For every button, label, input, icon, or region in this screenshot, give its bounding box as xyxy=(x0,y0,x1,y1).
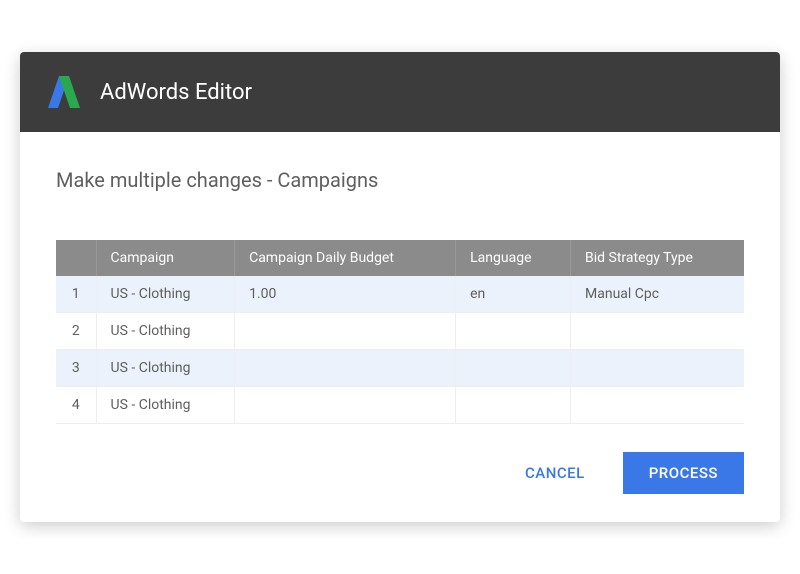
cell-campaign[interactable]: US - Clothing xyxy=(96,387,235,424)
table-header-row: Campaign Campaign Daily Budget Language … xyxy=(56,240,744,276)
dialog-actions: CANCEL PROCESS xyxy=(56,452,744,494)
cell-index: 1 xyxy=(56,276,96,313)
cell-budget[interactable] xyxy=(235,313,456,350)
dialog: AdWords Editor Make multiple changes - C… xyxy=(20,52,780,522)
cell-index: 3 xyxy=(56,350,96,387)
col-language: Language xyxy=(456,240,571,276)
cell-budget[interactable] xyxy=(235,350,456,387)
cell-budget[interactable] xyxy=(235,387,456,424)
col-campaign: Campaign xyxy=(96,240,235,276)
col-budget: Campaign Daily Budget xyxy=(235,240,456,276)
dialog-content: Make multiple changes - Campaigns Campai… xyxy=(20,132,780,522)
cell-language[interactable] xyxy=(456,313,571,350)
cancel-button[interactable]: CANCEL xyxy=(499,452,611,494)
cell-language[interactable] xyxy=(456,387,571,424)
header-bar: AdWords Editor xyxy=(20,52,780,132)
cell-language[interactable] xyxy=(456,350,571,387)
cell-campaign[interactable]: US - Clothing xyxy=(96,313,235,350)
cell-bid-strategy[interactable] xyxy=(571,350,744,387)
table-row[interactable]: 2 US - Clothing xyxy=(56,313,744,350)
cell-bid-strategy[interactable] xyxy=(571,387,744,424)
col-bid-strategy: Bid Strategy Type xyxy=(571,240,744,276)
cell-campaign[interactable]: US - Clothing xyxy=(96,350,235,387)
cell-index: 4 xyxy=(56,387,96,424)
campaigns-table: Campaign Campaign Daily Budget Language … xyxy=(56,240,744,424)
col-index xyxy=(56,240,96,276)
adwords-logo-icon xyxy=(48,73,80,111)
cell-budget[interactable]: 1.00 xyxy=(235,276,456,313)
page-title: Make multiple changes - Campaigns xyxy=(56,168,744,192)
process-button[interactable]: PROCESS xyxy=(623,452,744,494)
table-row[interactable]: 1 US - Clothing 1.00 en Manual Cpc xyxy=(56,276,744,313)
cell-campaign[interactable]: US - Clothing xyxy=(96,276,235,313)
cell-language[interactable]: en xyxy=(456,276,571,313)
cell-bid-strategy[interactable]: Manual Cpc xyxy=(571,276,744,313)
table-row[interactable]: 3 US - Clothing xyxy=(56,350,744,387)
cell-index: 2 xyxy=(56,313,96,350)
table-row[interactable]: 4 US - Clothing xyxy=(56,387,744,424)
app-title: AdWords Editor xyxy=(100,80,252,105)
cell-bid-strategy[interactable] xyxy=(571,313,744,350)
